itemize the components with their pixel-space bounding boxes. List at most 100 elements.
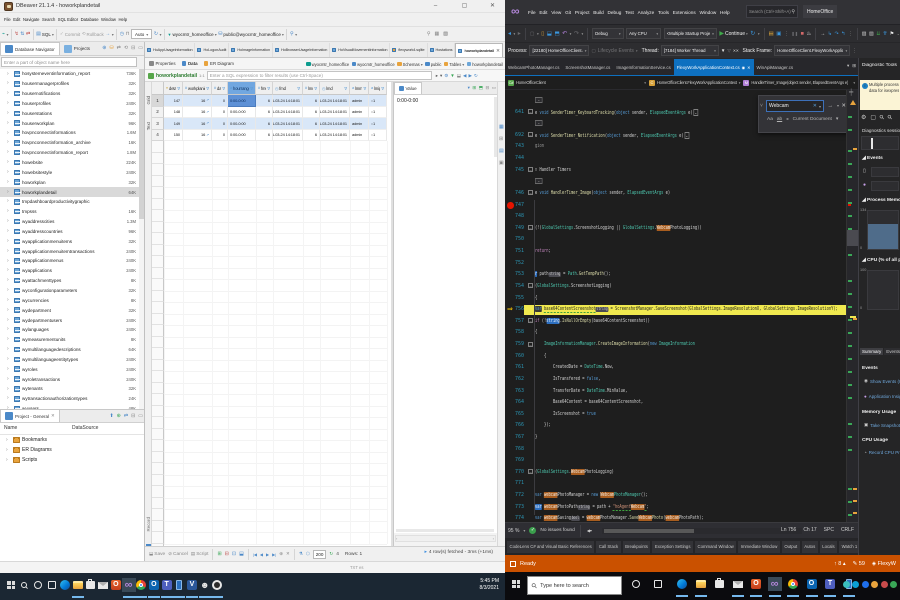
vs-solution-badge[interactable]: HomeOffice — [803, 5, 837, 18]
save-all-icon[interactable]: ⬒ — [554, 29, 559, 39]
nav-prev-icon[interactable]: ◀ — [260, 552, 263, 557]
column-header-hourranges[interactable]: ahourranges∇ — [228, 82, 256, 95]
proj-tool-min-icon[interactable]: ⊟ — [131, 413, 135, 419]
crumb-public[interactable]: public — [425, 62, 441, 67]
code-line-762[interactable]: 762 IsTransfered = false, — [505, 374, 846, 386]
bookmark-icon[interactable]: ⚑ — [890, 29, 894, 39]
table-item-wyroles[interactable]: ›wyroles240K — [0, 364, 145, 374]
value-tool-2-icon[interactable]: ⬒ — [479, 85, 483, 91]
cell-fmd-row1[interactable]: 2021-03-24 14:18:01 — [273, 95, 303, 107]
match-case-toggle[interactable]: Aa — [767, 117, 773, 122]
panel-strip-0-icon[interactable]: ▦ — [499, 124, 504, 130]
filter-tool-5-icon[interactable]: ◀ — [463, 73, 466, 79]
menu-database[interactable]: Database — [81, 17, 99, 22]
fetch-next-icon[interactable]: ⊕ — [279, 551, 283, 557]
fold-toggle[interactable]: – — [528, 318, 533, 323]
duplicate-row-icon[interactable]: ⊡ — [232, 551, 236, 557]
panel-strip-2-icon[interactable]: ▤ — [499, 148, 504, 154]
tab-projects[interactable]: Projects — [60, 42, 94, 55]
toolbar-search-icon[interactable]: ⚲ — [290, 30, 294, 38]
nav-next-icon[interactable]: ▶ — [266, 552, 269, 557]
code-line-756[interactable]: ⇒756var base64ContentScreenshotstring = … — [505, 304, 846, 316]
cell-fmd-row2[interactable]: 2021-03-24 14:18:01 — [273, 107, 303, 119]
filter2-icon[interactable]: ▽ — [727, 46, 730, 56]
filter-tool-0-icon[interactable]: ▸ — [436, 73, 438, 79]
menu-window[interactable]: Window — [101, 17, 116, 22]
table-item-wyapplicationmenuitemtransactions[interactable]: ›wyapplicationmenuitemtransactions240K — [0, 246, 145, 256]
result-table-name[interactable]: howorkplandetail — [156, 73, 197, 79]
breadcrumb-class[interactable]: CHomeOfficeClient.FlexyWorkApplicationCo… — [649, 80, 744, 86]
cell-hourranges-row4[interactable]: 0:00-0:00 — [228, 130, 256, 142]
background-tasks-icon[interactable] — [510, 561, 516, 567]
tab-pin-icon[interactable]: ◉ — [742, 65, 746, 70]
vs-menu-window[interactable]: Window — [700, 10, 717, 15]
code-line-751[interactable]: 751return; — [505, 246, 846, 258]
tx-mode-icon[interactable]: → — [105, 30, 110, 38]
vs-menu-project[interactable]: Project — [575, 10, 590, 15]
crumb-howorkplandetail[interactable]: howorkplandetail — [467, 62, 503, 67]
parameter-info-icon[interactable]: ▨ — [869, 29, 874, 39]
taskbar-cortana-icon[interactable] — [629, 577, 643, 591]
editor-tab-HoBrowserUsageInformation[interactable]: HoBrowserUsageInformation — [273, 43, 330, 57]
taskbar-teams-icon[interactable]: T — [823, 577, 837, 591]
sql-editor-button[interactable]: SQL — [42, 32, 51, 37]
menu-edit[interactable]: Edit — [13, 17, 20, 22]
code-line-769[interactable]: 769 — [505, 455, 846, 467]
column-header-fmu[interactable]: #fmu∇ — [256, 82, 273, 95]
vs-menu-tools[interactable]: Tools — [658, 10, 669, 15]
table-item-houserprofiles[interactable]: ›houserprofiles240K — [0, 99, 145, 109]
cell-day-row3[interactable]: 0 — [212, 118, 228, 130]
lock-icon[interactable]: ⊓ — [126, 30, 130, 38]
step-out-icon[interactable]: ↰ — [841, 29, 845, 39]
tray-icon-4[interactable] — [881, 581, 888, 588]
save-icon[interactable]: ⬓ — [547, 29, 552, 39]
cell-lmip-row3[interactable]: ::1 — [369, 118, 387, 130]
vs-menu-file[interactable]: File — [528, 10, 536, 15]
code-line-747[interactable]: 747 — [505, 200, 846, 212]
clipboard-icon[interactable]: ▤ — [768, 29, 773, 39]
zoom-dropdown[interactable]: 95 % — [508, 528, 519, 534]
table-item-wyroletransactions[interactable]: ›wyroletransactions240K — [0, 374, 145, 384]
tx-auto-combo[interactable]: Auto▾ — [131, 29, 152, 39]
filter-tool-2-icon[interactable]: ⚙ — [444, 73, 448, 79]
table-item-wyconfigurationparameters[interactable]: ›wyconfigurationparameters32K — [0, 286, 145, 296]
code-line-fold-7[interactable]: … — [505, 176, 846, 188]
crumb-wyocmtr_homeoffice[interactable]: wyocmtr_homeoffice — [306, 62, 349, 67]
perspective-sql-icon[interactable]: ▧ — [443, 30, 448, 38]
tray-icon-2[interactable] — [862, 581, 869, 588]
subtab-properties[interactable]: Properties — [149, 61, 176, 66]
editor-tab-flexywork4.sqlite[interactable]: flexywork4.sqlite — [390, 43, 427, 57]
row-header-4[interactable]: 4 — [152, 130, 164, 142]
events-section-header[interactable]: ◢ Events — [862, 156, 883, 161]
code-line-760[interactable]: 760 { — [505, 351, 846, 363]
table-item-wyapplicationmenuitems[interactable]: ›wyapplicationmenuitems32K — [0, 236, 145, 246]
table-item-wymultilanguageentitytypes[interactable]: ›wymultilanguageentitytypes240K — [0, 354, 145, 364]
code-line-750[interactable]: 750 — [505, 234, 846, 246]
taskbar-search-box[interactable]: ⚲Type here to search — [527, 576, 622, 595]
vs-menu-git[interactable]: Git — [565, 10, 571, 15]
nav-tool-collapse-icon[interactable]: ⊕ — [102, 45, 106, 51]
cell-fmd-row3[interactable]: 2021-03-24 14:18:01 — [273, 118, 303, 130]
line-down-icon[interactable]: ⇊ — [876, 29, 880, 39]
project-item-er-diagrams[interactable]: ›ER Diagrams — [0, 445, 145, 455]
table-item-housernotifications[interactable]: ›housernotifications32K — [0, 89, 145, 99]
row-header-3[interactable]: 3 — [152, 118, 164, 130]
cell-fmu-row4[interactable]: 6 — [256, 130, 273, 142]
column-header-workplanid[interactable]: #workplanid∇ — [183, 82, 212, 95]
menu-file[interactable]: File — [4, 17, 11, 22]
table-item-howorkplan[interactable]: ›howorkplan32K — [0, 177, 145, 187]
code-line-753[interactable]: 753r pathstring = Path.GetTempPath(); — [505, 269, 846, 281]
row-header-1[interactable]: 1 — [152, 95, 164, 107]
grid-view-toggle[interactable]: Grid — [146, 96, 151, 105]
table-item-wytenants[interactable]: ›wytenants32K — [0, 384, 145, 394]
column-header-fmd[interactable]: ◷fmd∇ — [273, 82, 303, 95]
cell-workplanid-row1[interactable]: 16↗ — [183, 95, 212, 107]
code-line-748[interactable]: 748 — [505, 211, 846, 223]
table-item-wyattachmenttypes[interactable]: ›wyattachmenttypes8K — [0, 276, 145, 286]
table-item-wymeasurementunits[interactable]: ›wymeasurementunits8K — [0, 335, 145, 345]
perspective-db-icon[interactable]: ▦ — [435, 30, 440, 38]
panel-tab-codelens-c-and-visual-basic-references[interactable]: CodeLens C# and Visual Basic References — [507, 541, 594, 553]
table-item-wymultilanguagedescriptions[interactable]: ›wymultilanguagedescriptions64K — [0, 345, 145, 355]
value-tool-3-icon[interactable]: ⊟ — [485, 85, 489, 91]
tx-icon-3[interactable]: ⇄ — [26, 30, 30, 38]
